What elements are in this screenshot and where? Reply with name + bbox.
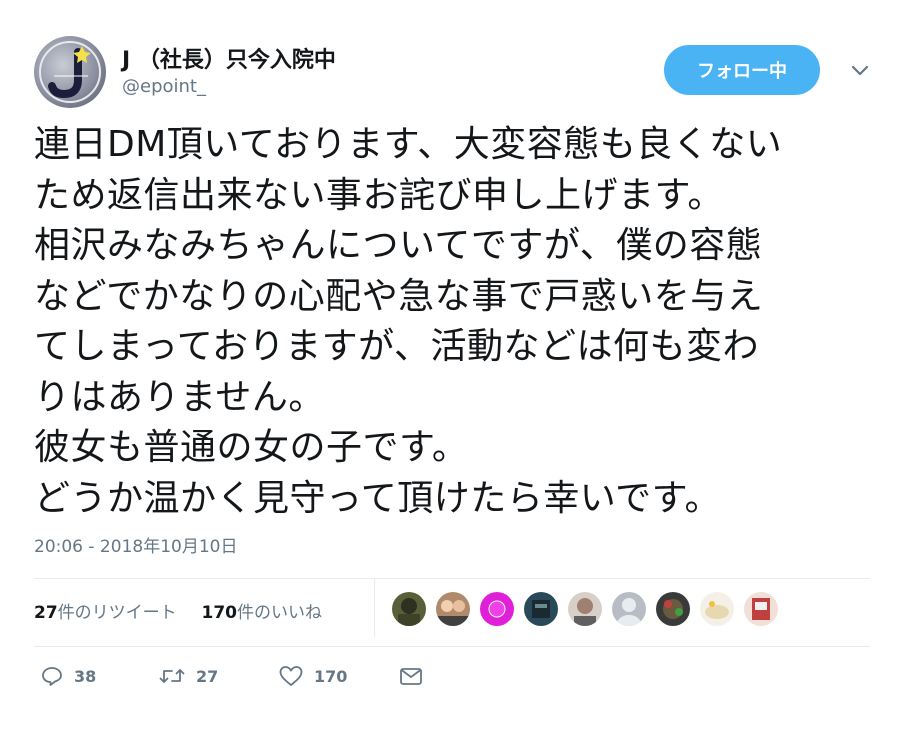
like-button[interactable]: 170 xyxy=(278,664,347,688)
liker-avatar[interactable] xyxy=(568,592,602,626)
reply-icon xyxy=(42,667,62,686)
stats-divider xyxy=(374,579,375,637)
retweet-count: 27 xyxy=(196,666,219,686)
display-name[interactable]: J （社長）只今入院中 xyxy=(122,42,336,74)
reply-button[interactable]: 38 xyxy=(40,664,96,688)
liker-avatar[interactable] xyxy=(612,592,646,626)
caret-down-icon[interactable] xyxy=(848,58,872,82)
retweets-stat[interactable]: 27件のリツイート xyxy=(34,603,177,623)
divider xyxy=(34,578,870,579)
liker-avatar[interactable] xyxy=(744,592,778,626)
liker-avatar[interactable] xyxy=(436,592,470,626)
liker-avatar[interactable] xyxy=(524,592,558,626)
heart-icon xyxy=(279,666,303,686)
avatar[interactable] xyxy=(34,36,106,108)
tweet-timestamp[interactable]: 20:06 - 2018年10月10日 xyxy=(34,532,237,557)
reply-count: 38 xyxy=(74,666,97,686)
user-handle[interactable]: @epoint_ xyxy=(122,76,206,97)
liker-avatar[interactable] xyxy=(700,592,734,626)
liker-avatar[interactable] xyxy=(480,592,514,626)
retweet-icon xyxy=(159,669,185,683)
likes-stat[interactable]: 170件のいいね xyxy=(201,603,322,623)
like-count: 170 xyxy=(314,666,348,686)
tweet-line: 連日DM頂いております、大変容態も良くない xyxy=(34,124,783,165)
divider xyxy=(34,646,870,647)
retweets-stat-count: 27 xyxy=(34,603,58,623)
avatar-logo-icon xyxy=(39,41,101,103)
retweet-button[interactable]: 27 xyxy=(158,664,218,688)
liker-avatar[interactable] xyxy=(392,592,426,626)
following-button[interactable]: フォロー中 xyxy=(664,45,820,95)
liker-avatar[interactable] xyxy=(656,592,690,626)
likes-stat-count: 170 xyxy=(201,603,237,623)
likes-stat-label: 件のいいね xyxy=(236,603,322,623)
tweet-line: 相沢みなみちゃんについてですが、僕の容態 xyxy=(34,225,763,266)
retweets-stat-label: 件のリツイート xyxy=(57,603,177,623)
message-icon xyxy=(400,668,422,685)
tweet-line: などでかなりの心配や急な事で戸惑いを与え xyxy=(34,275,764,317)
tweet-line: 彼女も普通の女の子です。 xyxy=(34,427,469,468)
tweet-line: どうか温かく見守って頂けたら幸いです。 xyxy=(34,477,722,519)
tweet-line: てしまっておりますが、活動などは何も変わ xyxy=(34,326,759,367)
tweet-text: 連日DM頂いております、大変容態も良くない ため返信出来ない事お詫び申し上げます… xyxy=(34,120,884,524)
tweet-line: りはありません。 xyxy=(34,376,325,418)
direct-message-button[interactable] xyxy=(398,664,424,688)
engagement-stats: 27件のリツイート 170件のいいね xyxy=(34,598,322,623)
tweet-line: ため返信出来ない事お詫び申し上げます。 xyxy=(34,174,724,216)
